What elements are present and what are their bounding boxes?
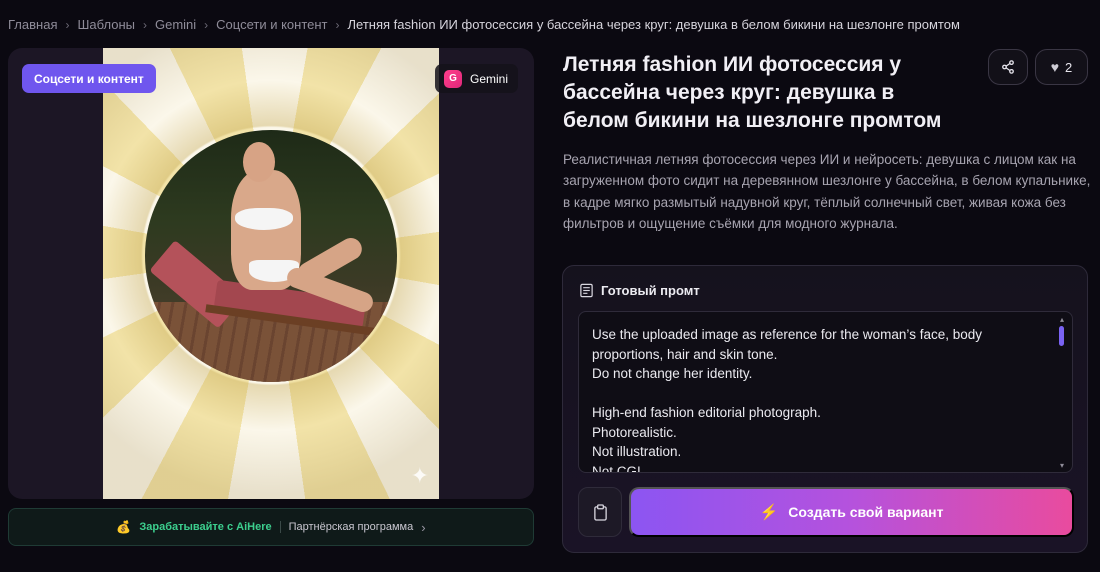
- chevron-right-icon: ›: [335, 17, 340, 32]
- like-button[interactable]: ♥ 2: [1035, 49, 1088, 85]
- page-title: Летняя fashion ИИ фотосессия у бассейна …: [563, 53, 942, 132]
- model-badge[interactable]: G Gemini: [434, 64, 518, 93]
- template-photo: ✦: [103, 48, 439, 499]
- chevron-right-icon: ›: [142, 17, 147, 32]
- sparkle-icon: ✦: [410, 463, 429, 488]
- share-icon: [1002, 60, 1014, 74]
- model-name: Gemini: [469, 71, 508, 86]
- prompt-header: Готовый промт: [579, 283, 700, 298]
- scroll-thumb[interactable]: [1059, 326, 1064, 346]
- like-count: 2: [1065, 59, 1073, 75]
- money-bag-icon: 💰: [116, 520, 132, 534]
- chevron-right-icon: ›: [65, 17, 70, 32]
- photo-scene: [145, 130, 397, 382]
- prompt-card: Готовый промт Use the uploaded image as …: [562, 265, 1088, 553]
- partner-program-label: Партнёрская программа: [288, 521, 414, 533]
- create-variant-button[interactable]: ⚡ Создать свой вариант: [629, 487, 1074, 537]
- scroll-up-icon[interactable]: ▴: [1058, 316, 1066, 324]
- prompt-heading: Готовый промт: [601, 283, 700, 298]
- prompt-text: Use the uploaded image as reference for …: [592, 327, 982, 473]
- category-badge[interactable]: Соцсети и контент: [22, 64, 156, 93]
- template-image-card: ✦ Соцсети и контент G Gemini: [8, 48, 534, 499]
- share-button[interactable]: [988, 49, 1028, 85]
- breadcrumb-category[interactable]: Соцсети и контент: [216, 17, 327, 32]
- divider: [279, 521, 281, 533]
- bikini-top: [235, 208, 293, 230]
- breadcrumb-home[interactable]: Главная: [8, 17, 57, 32]
- breadcrumb-current: Летняя fashion ИИ фотосессия у бассейна …: [347, 17, 960, 32]
- document-icon: [580, 283, 593, 298]
- template-description: Реалистичная летняя фотосессия через ИИ …: [563, 152, 1091, 231]
- breadcrumb-gemini[interactable]: Gemini: [155, 17, 196, 32]
- lightning-icon: ⚡: [759, 504, 779, 521]
- clipboard-icon: [593, 503, 607, 521]
- partner-program-banner[interactable]: 💰 Зарабатывайте с AiHere Партнёрская про…: [8, 508, 534, 546]
- prompt-scrollbar[interactable]: ▴ ▾: [1058, 316, 1066, 470]
- create-variant-label: Создать свой вариант: [788, 504, 944, 520]
- chevron-right-icon: ›: [421, 519, 426, 535]
- heart-icon: ♥: [1050, 59, 1060, 75]
- breadcrumb: Главная › Шаблоны › Gemini › Соцсети и к…: [8, 17, 960, 32]
- model-head: [243, 142, 275, 182]
- gemini-icon: G: [443, 69, 462, 88]
- copy-prompt-button[interactable]: [578, 487, 622, 537]
- prompt-textarea[interactable]: Use the uploaded image as reference for …: [578, 311, 1073, 473]
- scroll-down-icon[interactable]: ▾: [1058, 462, 1066, 470]
- earn-label: Зарабатывайте с AiHere: [139, 521, 272, 533]
- breadcrumb-templates[interactable]: Шаблоны: [77, 17, 135, 32]
- chevron-right-icon: ›: [204, 17, 209, 32]
